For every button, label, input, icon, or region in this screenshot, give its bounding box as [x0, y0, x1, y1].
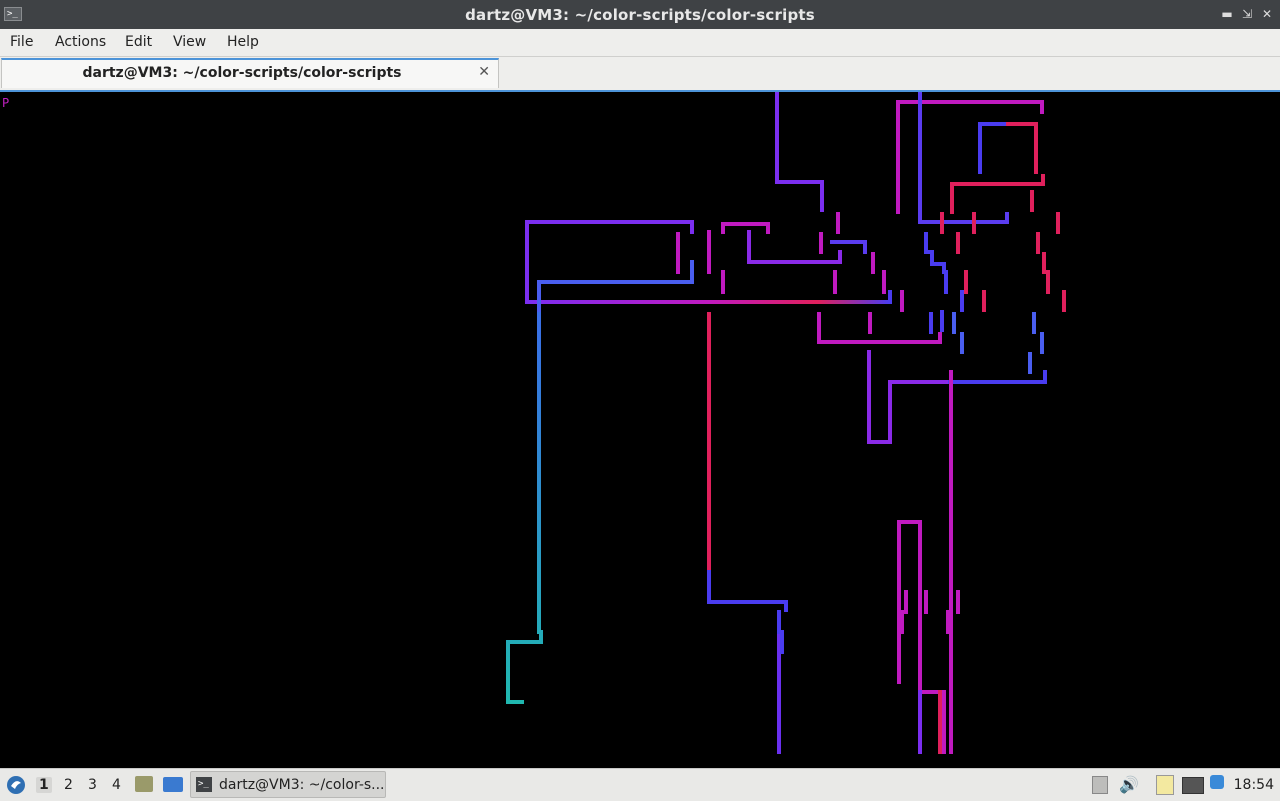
- show-desktop-icon[interactable]: [163, 777, 183, 792]
- title-bar: >_ dartz@VM3: ~/color-scripts/color-scri…: [0, 0, 1280, 29]
- pipe-segment: [867, 350, 952, 444]
- pipe-segment: [676, 212, 904, 334]
- minimize-icon[interactable]: ▬: [1219, 6, 1235, 22]
- menu-actions[interactable]: Actions: [55, 34, 106, 50]
- pipe-segment: [506, 312, 543, 704]
- tray-up-arrow-icon[interactable]: [1092, 776, 1108, 794]
- volume-icon[interactable]: 🔊: [1119, 775, 1139, 794]
- pipe-segment: [721, 222, 770, 234]
- pipe-segment: [775, 92, 824, 212]
- tab-bar: dartz@VM3: ~/color-scripts/color-scripts…: [0, 57, 1280, 90]
- pipe-segment: [537, 260, 694, 316]
- pipe-segment: [525, 220, 694, 304]
- taskbar: 1 2 3 4 >_ dartz@VM3: ~/color-s... 🔊 18:…: [0, 768, 1280, 801]
- pipes-animation: [506, 92, 1066, 754]
- clock[interactable]: 18:54: [1234, 777, 1274, 793]
- task-label: dartz@VM3: ~/color-s...: [219, 777, 385, 793]
- taskbar-terminal-button[interactable]: >_ dartz@VM3: ~/color-s...: [190, 771, 386, 798]
- tab-close-icon[interactable]: ✕: [478, 64, 490, 80]
- pipe-segment: [747, 230, 842, 264]
- start-menu-icon[interactable]: [6, 775, 26, 795]
- desktop-3[interactable]: 3: [88, 777, 97, 793]
- pipe-segment: [1006, 122, 1038, 174]
- pipe-segment: [830, 240, 867, 254]
- desktop-2[interactable]: 2: [64, 777, 73, 793]
- pipe-segment: [952, 312, 1044, 374]
- pipe-segment: [918, 92, 1009, 224]
- menu-file[interactable]: File: [10, 34, 33, 50]
- network-icon[interactable]: [1182, 777, 1204, 794]
- pipe-segment: [707, 570, 788, 612]
- file-manager-icon[interactable]: [135, 776, 153, 792]
- close-icon[interactable]: ✕: [1259, 6, 1275, 22]
- clipboard-icon[interactable]: [1156, 775, 1174, 795]
- update-notifier-icon[interactable]: [1210, 775, 1224, 789]
- menu-view[interactable]: View: [173, 34, 206, 50]
- tab-label: dartz@VM3: ~/color-scripts/color-scripts: [82, 65, 402, 81]
- menu-help[interactable]: Help: [227, 34, 259, 50]
- pipe-segment: [817, 312, 942, 344]
- desktop-4[interactable]: 4: [112, 777, 121, 793]
- window-title: dartz@VM3: ~/color-scripts/color-scripts: [465, 6, 815, 24]
- pipe-segment: [978, 122, 1010, 174]
- terminal-tab[interactable]: dartz@VM3: ~/color-scripts/color-scripts…: [1, 58, 499, 88]
- menu-edit[interactable]: Edit: [125, 34, 152, 50]
- terminal-area[interactable]: P: [0, 90, 1280, 768]
- terminal-icon: >_: [196, 777, 212, 792]
- maximize-icon[interactable]: ⇲: [1239, 6, 1255, 22]
- menu-bar: File Actions Edit View Help: [0, 29, 1280, 57]
- desktop-1[interactable]: 1: [36, 777, 52, 793]
- pipe-segment: [950, 174, 1045, 214]
